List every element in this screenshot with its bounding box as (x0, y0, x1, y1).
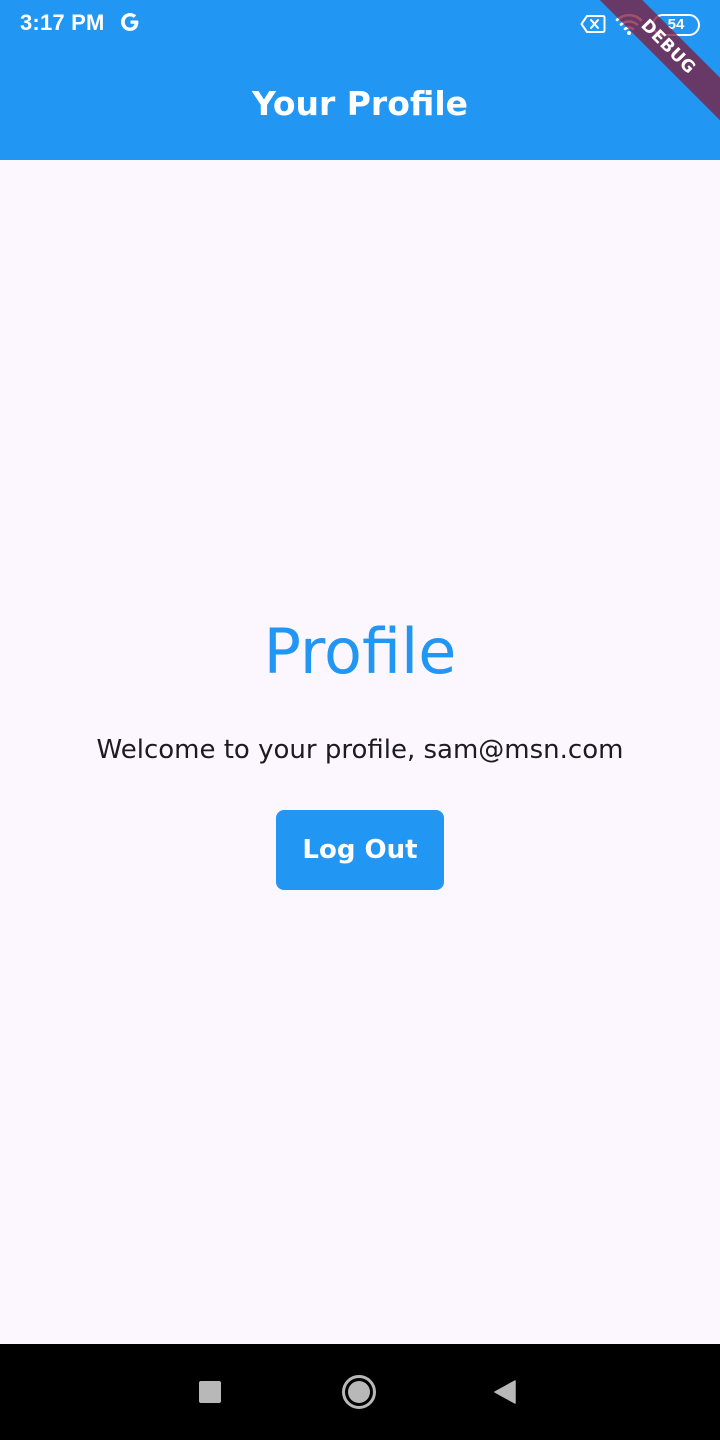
app-bar-title: Your Profile (251, 84, 469, 123)
profile-heading: Profile (263, 615, 457, 688)
recents-icon[interactable] (199, 1381, 221, 1403)
no-sim-icon (580, 15, 606, 33)
status-time: 3:17 PM (20, 10, 105, 35)
home-icon[interactable] (341, 1374, 377, 1410)
logout-button[interactable]: Log Out (276, 810, 444, 890)
app-header: 3:17 PM 54 Your Profile DEBUG (0, 0, 720, 160)
welcome-message: Welcome to your profile, sam@msn.com (96, 735, 624, 765)
back-icon[interactable] (493, 1379, 517, 1405)
google-g-icon (121, 13, 139, 31)
navigation-bar (0, 1344, 720, 1440)
